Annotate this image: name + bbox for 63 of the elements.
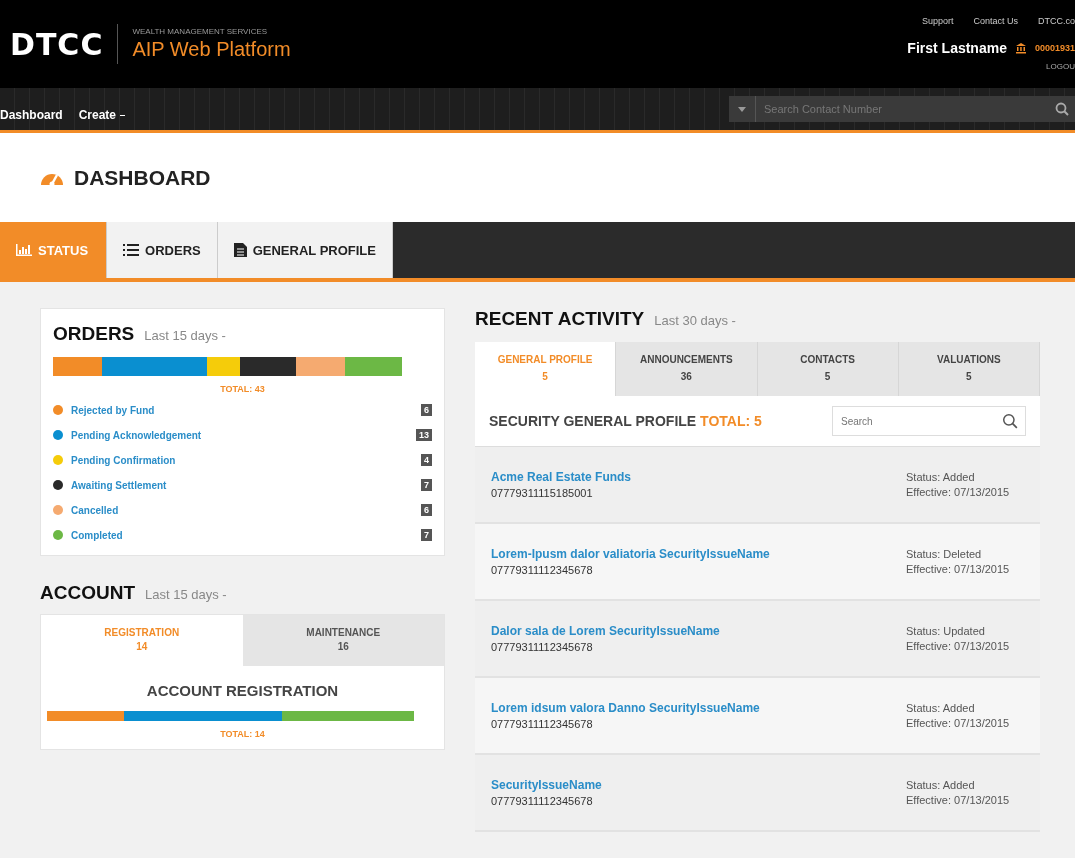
- status-text: Status: Added: [906, 779, 976, 791]
- search-icon: [1055, 102, 1069, 116]
- security-number: 07779311112345678: [491, 795, 594, 807]
- account-heading: ACCOUNT REGISTRATION: [145, 682, 340, 699]
- section-title: ACCOUNT: [40, 582, 135, 604]
- security-number: 07779311112345678: [491, 641, 594, 653]
- account-total: TOTAL: 14: [219, 729, 266, 739]
- product-name: AIP Web Platform: [132, 38, 291, 61]
- header-link[interactable]: DTCC.co: [1038, 16, 1075, 26]
- header-link[interactable]: Support: [921, 16, 954, 26]
- security-number: 07779311115185001: [491, 487, 594, 499]
- activity-row[interactable]: Lorem-Ipusm dalor valiatoria SecurityIssueName 07779311112345678 Status: Deleted Effective: 07/13/2015: [475, 524, 1040, 601]
- nav-item[interactable]: Dashboard: [0, 108, 63, 122]
- count-badge: 4: [421, 454, 432, 466]
- section-title: ORDERS: [53, 323, 135, 345]
- security-number: 07779311112345678: [491, 564, 594, 576]
- count-badge: 6: [421, 404, 432, 416]
- list-icon: [123, 244, 140, 256]
- bar-chart-icon: [16, 244, 32, 256]
- effective-date: Effective: 07/13/2015: [906, 563, 1011, 575]
- section-title: RECENT ACTIVITY: [475, 308, 645, 330]
- tab[interactable]: ORDERS: [107, 222, 218, 278]
- count-badge: 6: [421, 504, 432, 516]
- status-text: Status: Updated: [906, 625, 986, 637]
- contact-search-field[interactable]: Search Contact Number: [756, 96, 1075, 122]
- status-link[interactable]: Rejected by Fund: [71, 404, 413, 416]
- count-badge: 13: [416, 429, 432, 441]
- header-link[interactable]: Contact Us: [973, 16, 1018, 26]
- logout-link[interactable]: LOGOU: [1046, 62, 1075, 71]
- list-total: TOTAL: 5: [700, 413, 762, 429]
- page-title: DASHBOARD: [74, 165, 211, 190]
- orders-total: TOTAL: 43: [219, 384, 266, 394]
- count-badge: 7: [421, 479, 432, 491]
- search-field[interactable]: Search: [832, 406, 1026, 436]
- count-badge: 7: [421, 529, 432, 541]
- status-link[interactable]: Pending Acknowledgement: [71, 429, 408, 441]
- account-number[interactable]: 00001931: [1034, 43, 1075, 53]
- status-link[interactable]: Completed: [71, 529, 413, 541]
- bank-icon: [1014, 42, 1027, 54]
- logo[interactable]: DTCC: [10, 26, 104, 62]
- status-text: Status: Added: [906, 702, 976, 714]
- activity-row[interactable]: Lorem idsum valora Danno SecurityIssueName 07779311112345678 Status: Added Effective: 07/13/2015: [475, 678, 1040, 755]
- effective-date: Effective: 07/13/2015: [906, 717, 1011, 729]
- effective-date: Effective: 07/13/2015: [906, 794, 1011, 806]
- account-tab[interactable]: MAINTENANCE 16: [242, 615, 444, 666]
- effective-date: Effective: 07/13/2015: [906, 640, 1011, 652]
- tagline: WEALTH MANAGEMENT SERVICES: [132, 27, 269, 36]
- status-link[interactable]: Pending Confirmation: [71, 454, 413, 466]
- period-dropdown[interactable]: Last 15 days -: [144, 328, 226, 343]
- nav-item[interactable]: Create: [78, 108, 126, 122]
- filter-dropdown[interactable]: [729, 96, 756, 122]
- status-link[interactable]: Cancelled: [71, 504, 413, 516]
- list-title: SECURITY GENERAL PROFILE: [489, 413, 697, 429]
- tab[interactable]: GENERAL PROFILE: [217, 222, 393, 278]
- document-icon: [233, 243, 247, 257]
- caret-icon: [738, 106, 746, 112]
- status-link[interactable]: Awaiting Settlement: [71, 479, 413, 491]
- search-icon: [1002, 413, 1018, 429]
- user-name[interactable]: First Lastname: [907, 40, 1007, 56]
- status-text: Status: Deleted: [906, 548, 983, 560]
- effective-date: Effective: 07/13/2015: [906, 486, 1011, 498]
- status-text: Status: Added: [906, 471, 976, 483]
- security-number: 07779311112345678: [491, 718, 594, 730]
